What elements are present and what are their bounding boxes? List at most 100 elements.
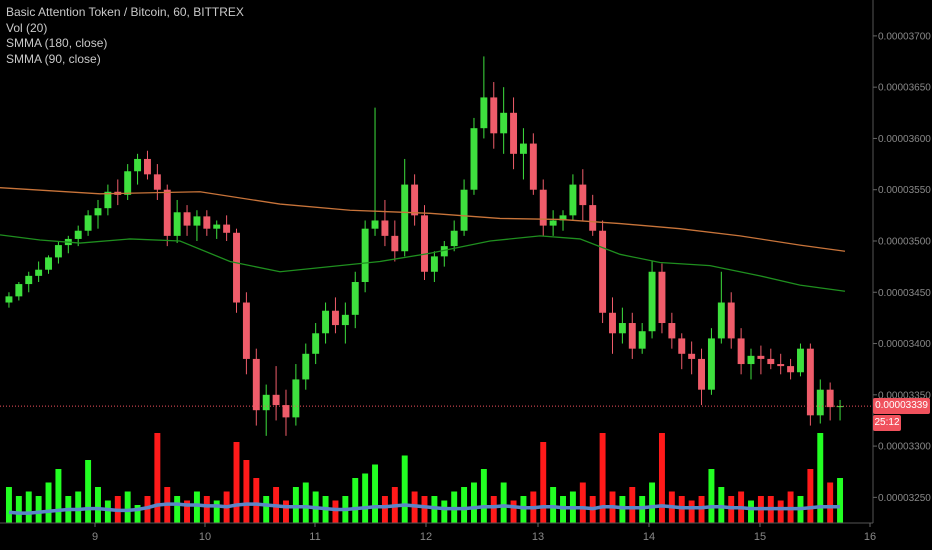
y-tick-label: 0.00003300 [878,442,931,453]
candle-body [737,338,745,365]
volume-bar [243,460,250,523]
volume-bar [837,478,844,523]
candle-body [500,112,508,134]
candle-body [144,158,151,175]
volume-bar [619,496,626,523]
volume-bar [579,482,586,523]
indicator-smma-180[interactable]: SMMA (180, close) [6,36,244,52]
y-tick-label: 0.00003650 [878,83,931,94]
candle [54,240,62,264]
volume-bar [500,482,507,523]
candle [144,150,151,180]
candle-body [678,338,686,354]
candle-body [529,143,537,190]
volume-bar [698,496,705,523]
last-price-tag: 0.00003339 [873,398,930,415]
volume-bar [520,496,527,523]
candle [381,199,389,247]
volume-bar [748,500,754,523]
y-tick-label: 0.00003600 [878,134,931,145]
volume-bar [193,491,200,523]
candle-body [242,302,250,359]
candle [163,184,171,247]
candle [589,194,597,236]
candle-body [698,358,705,390]
candle-body [312,333,320,354]
indicator-volume[interactable]: Vol (20) [6,21,244,37]
candle [233,228,240,313]
candle [579,169,587,221]
volume-bar [718,487,725,523]
volume-bar [678,496,685,523]
candle [64,235,72,254]
volume-bar [550,487,557,523]
candle [153,164,161,200]
candle-body [589,205,597,231]
candle [628,312,636,359]
candle [341,302,349,344]
x-tick-label: 16 [864,531,876,543]
candle-body [430,256,438,272]
candle-body [302,353,310,380]
volume-bar [302,482,309,523]
chart-title[interactable]: Basic Attention Token / Bitcoin, 60, BIT… [6,5,244,21]
y-tick-label: 0.00003400 [878,339,931,350]
y-tick-label: 0.00003700 [878,31,931,42]
candle-body [579,184,587,206]
candle [84,210,92,236]
indicator-smma-90[interactable]: SMMA (90, close) [6,52,244,68]
candle-body [25,275,33,285]
volume-bar [362,473,369,523]
candle-body [45,257,52,270]
candle-body [777,364,785,367]
volume-bar [658,433,665,523]
volume-bar [263,496,270,523]
volume-bar [154,433,161,523]
volume-bar [490,496,497,523]
candle [223,215,231,241]
candle-body [94,208,102,216]
volume-bar [827,482,834,523]
volume-bar [283,500,289,523]
candle [450,220,458,252]
volume-bar [45,482,52,523]
volume-bar [639,496,646,523]
candle [539,179,547,236]
candle [252,348,260,426]
x-tick-label: 11 [309,531,320,543]
y-tick-label: 0.00003550 [878,185,931,196]
candle [193,210,201,241]
volume-bar [599,433,606,523]
candle [698,348,705,406]
candle [648,261,656,339]
candle-body [124,171,132,195]
x-tick-label: 15 [754,531,766,543]
volume-bar [352,478,359,523]
candle-body [767,358,775,365]
candle [727,292,735,349]
candle [351,271,359,329]
candle [203,210,211,236]
candle-body [252,358,260,411]
price-chart[interactable]: 0.00003700 0.00003650 0.00003600 0.00003550… [0,0,932,550]
volume-bar [649,482,656,523]
volume-bar [560,496,566,523]
candle-body [173,212,181,236]
candle [262,384,270,436]
candle-body [213,224,221,229]
candle [519,128,527,180]
volume-bar [510,500,517,523]
candle-body [806,348,814,416]
volume-bar [629,487,636,523]
candle-body [361,228,369,283]
candle-body [648,271,656,332]
candle [658,263,666,334]
candle [104,184,112,216]
volume-bar [708,469,715,523]
candles-layer [5,56,844,436]
y-tick-label: 0.00003250 [878,493,931,504]
volume-bar [35,496,42,523]
volume-bar [401,455,408,523]
candle-body [153,174,161,190]
legend: Basic Attention Token / Bitcoin, 60, BIT… [6,5,244,67]
